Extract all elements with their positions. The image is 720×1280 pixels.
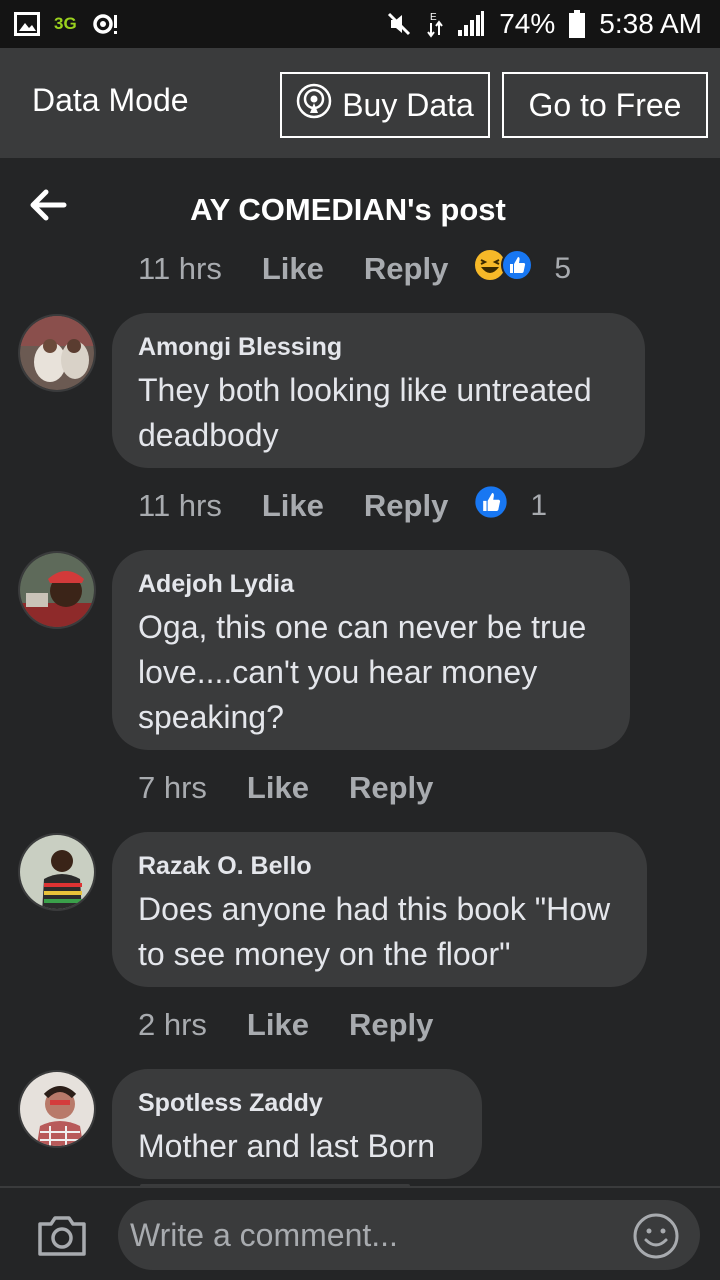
- svg-text:E: E: [430, 12, 437, 23]
- broadcast-icon: [296, 83, 332, 127]
- data-arrows-icon: E: [427, 10, 444, 38]
- data-mode-title: Data Mode: [32, 82, 189, 118]
- comment-bubble[interactable]: Adejoh Lydia Oga, this one can never be …: [112, 550, 630, 750]
- like-link[interactable]: Like: [262, 488, 324, 524]
- avatar[interactable]: [18, 314, 96, 392]
- clock: 5:38 AM: [599, 8, 702, 39]
- comment-author[interactable]: Adejoh Lydia: [138, 570, 602, 599]
- comment-text: Does anyone had this book "How to see mo…: [138, 891, 611, 972]
- like-reaction-icon: [472, 483, 510, 529]
- mute-icon: [385, 10, 413, 38]
- like-link[interactable]: Like: [247, 770, 309, 806]
- avatar[interactable]: [18, 833, 96, 911]
- go-to-free-button[interactable]: Go to Free: [502, 72, 708, 138]
- reply-link[interactable]: Reply: [364, 251, 448, 287]
- avatar[interactable]: [18, 1070, 96, 1148]
- emoji-icon[interactable]: [632, 1212, 680, 1260]
- comment-text: They both looking like untreated deadbod…: [138, 372, 592, 453]
- gallery-notification-icon: [14, 12, 40, 36]
- post-header: AY COMEDIAN's post: [0, 158, 720, 254]
- like-reaction-icon: [500, 248, 534, 290]
- reply-link[interactable]: Reply: [349, 770, 433, 806]
- comment-text: Mother and last Born: [138, 1128, 436, 1164]
- signal-icon: [457, 11, 485, 37]
- comment-bubble[interactable]: Spotless Zaddy Mother and last Born: [112, 1069, 482, 1179]
- comment-composer: [0, 1186, 720, 1280]
- sync-notification-icon: [91, 12, 119, 36]
- comment-time: 7 hrs: [138, 770, 207, 805]
- battery-icon: [569, 10, 586, 38]
- comment-meta: 11 hrs Like Reply 5: [138, 247, 571, 291]
- post-title: AY COMEDIAN's post: [190, 192, 506, 227]
- reply-link[interactable]: Reply: [349, 1007, 433, 1043]
- reaction-count: 1: [530, 489, 547, 522]
- go-to-free-label: Go to Free: [528, 86, 682, 123]
- battery-percent: 74%: [499, 8, 556, 39]
- comment-bubble[interactable]: Razak O. Bello Does anyone had this book…: [112, 832, 647, 987]
- avatar[interactable]: [18, 551, 96, 629]
- comment-bubble[interactable]: Amongi Blessing They both looking like u…: [112, 313, 645, 468]
- comment-meta: 11 hrs Like Reply 1: [138, 484, 547, 528]
- comment-time: 2 hrs: [138, 1007, 207, 1042]
- like-link[interactable]: Like: [247, 1007, 309, 1043]
- buy-data-label: Buy Data: [342, 86, 474, 123]
- comment-author[interactable]: Amongi Blessing: [138, 333, 617, 362]
- comment-meta: 2 hrs Like Reply: [138, 1003, 473, 1047]
- comment-author[interactable]: Spotless Zaddy: [138, 1089, 454, 1118]
- comment-meta: 7 hrs Like Reply: [138, 766, 473, 810]
- comment-text: Oga, this one can never be true love....…: [138, 609, 587, 735]
- data-mode-bar: Data Mode Buy Data Go to Free: [0, 48, 720, 158]
- like-link[interactable]: Like: [262, 251, 324, 287]
- reactions[interactable]: [472, 247, 534, 291]
- buy-data-button[interactable]: Buy Data: [280, 72, 490, 138]
- reaction-count: 5: [554, 252, 571, 285]
- comment-time: 11 hrs: [138, 251, 222, 286]
- reactions[interactable]: [472, 483, 510, 529]
- comment-time: 11 hrs: [138, 488, 222, 523]
- comment-input[interactable]: [118, 1200, 700, 1270]
- status-bar: 3G E 74% 5:38 AM: [0, 0, 720, 48]
- comment-author[interactable]: Razak O. Bello: [138, 852, 619, 881]
- camera-icon[interactable]: [36, 1214, 88, 1258]
- network-type: 3G: [54, 14, 77, 33]
- reply-link[interactable]: Reply: [364, 488, 448, 524]
